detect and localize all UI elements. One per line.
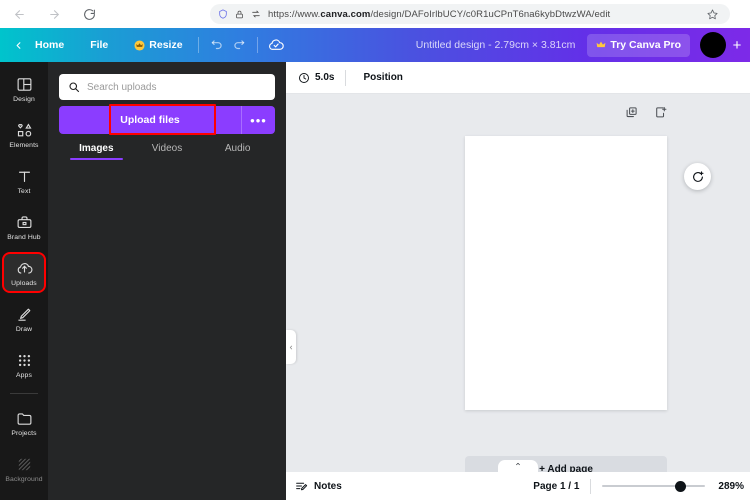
sidebar-item-background[interactable]: Background	[4, 450, 44, 487]
upload-files-row: Upload files •••	[59, 104, 275, 135]
notes-pencil-icon	[295, 480, 308, 493]
sidebar-item-label: Uploads	[11, 280, 37, 287]
sidebar-item-elements[interactable]: Elements	[4, 116, 44, 153]
zoom-value: 289%	[718, 480, 744, 492]
url-text: https://www.canva.com/design/DAFoIrlbUCY…	[268, 8, 611, 20]
cloud-sync-icon[interactable]	[265, 34, 287, 56]
left-rail: Design Elements Text Brand Hub Uploads D…	[0, 62, 48, 500]
home-button[interactable]: Home	[27, 35, 72, 55]
canva-app-header: Home File Resize Untitled design - 2.79c…	[0, 28, 750, 62]
lock-icon	[235, 10, 244, 19]
home-label: Home	[35, 39, 65, 51]
page-count-label: Page 1 / 1	[533, 480, 580, 492]
tab-videos[interactable]: Videos	[132, 143, 203, 160]
crown-icon	[134, 39, 145, 51]
plus-label: +	[732, 36, 742, 54]
sidebar-item-projects[interactable]: Projects	[4, 404, 44, 441]
rail-divider	[10, 393, 38, 394]
crown-icon	[596, 40, 606, 50]
duplicate-page-icon[interactable]	[624, 105, 638, 119]
toolbar-divider	[345, 69, 347, 86]
header-divider-2	[256, 37, 258, 53]
shield-icon	[218, 9, 228, 19]
sidebar-item-label: Text	[17, 188, 31, 195]
address-bar[interactable]: https://www.canva.com/design/DAFoIrlbUCY…	[210, 4, 730, 24]
text-t-icon	[16, 167, 33, 185]
sidebar-item-label: Apps	[16, 372, 32, 379]
tab-audio[interactable]: Audio	[202, 143, 273, 160]
upload-cloud-icon	[16, 259, 33, 277]
sidebar-item-label: Background	[5, 476, 43, 483]
browser-nav-buttons	[10, 5, 98, 23]
position-button[interactable]: Position	[357, 68, 408, 87]
star-icon[interactable]	[707, 9, 718, 20]
sidebar-item-apps[interactable]: Apps	[4, 346, 44, 383]
sidebar-item-label: Projects	[11, 430, 37, 437]
editor-area: 5.0s Position + Add page Notes Page 1 / …	[286, 62, 750, 500]
uploads-panel: Upload files ••• Images Videos Audio	[48, 62, 286, 500]
sidebar-item-label: Brand Hub	[7, 234, 41, 241]
header-divider-1	[197, 37, 199, 53]
notes-label: Notes	[314, 480, 342, 492]
expand-panel-tab[interactable]	[498, 460, 538, 472]
status-bar: Notes Page 1 / 1 289%	[286, 472, 750, 500]
avatar[interactable]	[700, 32, 726, 58]
undo-icon[interactable]	[206, 34, 228, 56]
add-collaborator-button[interactable]: +	[726, 32, 748, 58]
upload-more-options-button[interactable]: •••	[241, 106, 275, 134]
uploads-list-empty	[48, 172, 286, 500]
zoom-slider[interactable]	[602, 479, 706, 493]
main-area: Design Elements Text Brand Hub Uploads D…	[0, 62, 750, 500]
zoom-track	[602, 485, 706, 487]
forward-icon[interactable]	[45, 5, 63, 23]
clock-icon	[298, 72, 310, 84]
grid-dots-icon	[17, 351, 32, 369]
design-title: Untitled design - 2.79cm × 3.81cm	[415, 39, 576, 51]
reload-icon[interactable]	[80, 5, 98, 23]
collapse-panel-handle[interactable]	[286, 330, 296, 364]
briefcase-icon	[16, 213, 33, 231]
canvas-page[interactable]	[465, 136, 667, 410]
search-uploads-box[interactable]	[59, 74, 275, 100]
notes-button[interactable]: Notes	[295, 480, 342, 493]
page-tools	[624, 105, 667, 119]
zoom-knob[interactable]	[675, 480, 687, 492]
resize-button[interactable]: Resize	[126, 35, 190, 55]
page-duration-button[interactable]: 5.0s	[298, 72, 334, 84]
upload-files-button[interactable]: Upload files	[59, 114, 241, 126]
permissions-icon[interactable]	[251, 9, 261, 19]
add-page-icon[interactable]	[653, 105, 667, 119]
sidebar-item-label: Draw	[15, 326, 33, 333]
folder-icon	[16, 409, 33, 427]
sidebar-item-uploads[interactable]: Uploads	[2, 252, 46, 293]
file-label: File	[90, 39, 109, 51]
sidebar-item-brand-hub[interactable]: Brand Hub	[4, 208, 44, 245]
sidebar-item-design[interactable]: Design	[4, 70, 44, 107]
back-icon[interactable]	[10, 5, 28, 23]
file-menu-button[interactable]: File	[82, 35, 116, 55]
sidebar-item-label: Elements	[9, 142, 39, 149]
shapes-icon	[16, 121, 33, 139]
layout-icon	[16, 75, 33, 93]
page-duration-label: 5.0s	[315, 72, 335, 83]
redo-icon[interactable]	[228, 34, 250, 56]
resize-label: Resize	[149, 39, 183, 51]
uploads-tabs: Images Videos Audio	[59, 143, 275, 160]
try-canva-pro-button[interactable]: Try Canva Pro	[587, 33, 690, 57]
status-divider	[590, 478, 592, 494]
try-canva-pro-label: Try Canva Pro	[610, 39, 681, 51]
sidebar-item-label: Design	[13, 96, 35, 103]
animate-refresh-icon[interactable]	[684, 163, 711, 190]
back-to-home-icon[interactable]	[10, 36, 27, 55]
browser-toolbar: https://www.canva.com/design/DAFoIrlbUCY…	[0, 0, 750, 28]
search-input[interactable]	[87, 81, 266, 93]
tab-images[interactable]: Images	[61, 143, 132, 160]
sidebar-item-text[interactable]: Text	[4, 162, 44, 199]
canvas-area[interactable]: + Add page	[286, 94, 750, 482]
hatch-pattern-icon	[16, 455, 33, 473]
search-icon	[68, 81, 80, 93]
editor-toolbar: 5.0s Position	[286, 62, 750, 94]
pen-icon	[16, 305, 33, 323]
sidebar-item-draw[interactable]: Draw	[4, 300, 44, 337]
